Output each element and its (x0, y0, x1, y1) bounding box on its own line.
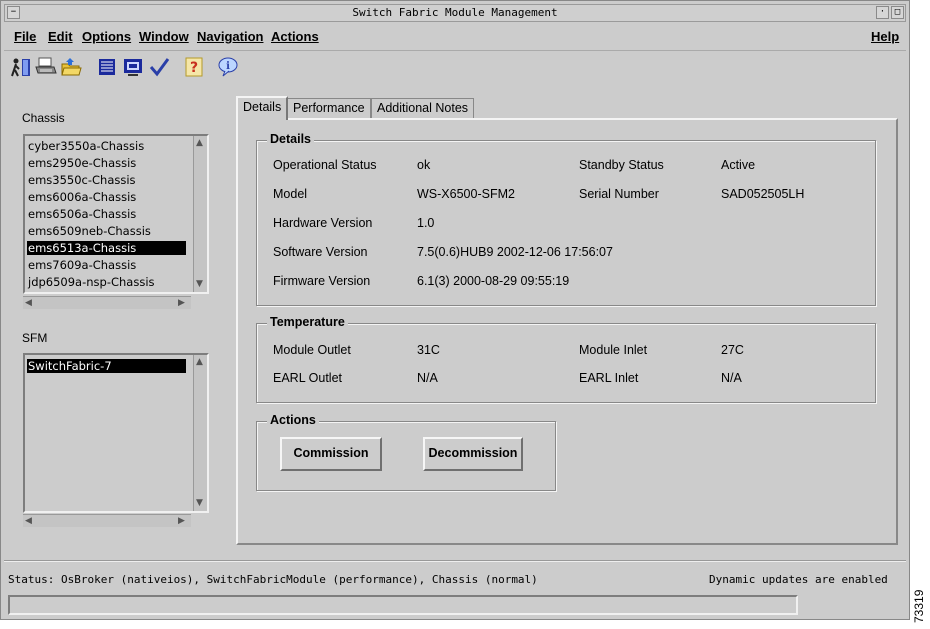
minimize-icon[interactable]: · (876, 6, 889, 19)
menu-bar: File Edit Options Window Navigation Acti… (4, 24, 906, 51)
scroll-right-icon[interactable]: ▶ (178, 516, 185, 526)
scroll-left-icon[interactable]: ◀ (25, 298, 32, 308)
scroll-left-icon[interactable]: ◀ (25, 516, 32, 526)
module-inlet-label: Module Inlet (579, 343, 648, 357)
decommission-button[interactable]: Decommission (423, 437, 523, 471)
hardware-version-label: Hardware Version (273, 216, 373, 230)
monitor-icon[interactable] (122, 56, 144, 78)
serial-number-label: Serial Number (579, 187, 659, 201)
menu-options[interactable]: Options (82, 29, 131, 44)
menu-help[interactable]: Help (871, 29, 899, 44)
scroll-up-icon[interactable]: ▲ (196, 138, 203, 148)
module-outlet-value: 31C (417, 343, 440, 357)
menu-actions[interactable]: Actions (271, 29, 319, 44)
chassis-label: Chassis (22, 111, 65, 125)
scroll-right-icon[interactable]: ▶ (178, 298, 185, 308)
svg-text:i: i (226, 61, 230, 72)
software-version-label: Software Version (273, 245, 368, 259)
title-bar: − Switch Fabric Module Management · □ (4, 4, 906, 22)
scroll-down-icon[interactable]: ▼ (196, 279, 203, 289)
tab-details[interactable]: Details (236, 96, 289, 120)
list-item[interactable]: jdp6509a-nsp-Chassis (27, 275, 186, 289)
status-separator (4, 560, 906, 562)
window-menu-icon[interactable]: − (7, 6, 20, 19)
standby-status-label: Standby Status (579, 158, 664, 172)
status-text: Status: OsBroker (nativeios), SwitchFabr… (8, 573, 538, 586)
model-value: WS-X6500-SFM2 (417, 187, 515, 201)
menu-navigation[interactable]: Navigation (197, 29, 263, 44)
model-label: Model (273, 187, 308, 201)
help-question-icon[interactable]: ? (183, 56, 205, 78)
scroll-up-icon[interactable]: ▲ (196, 357, 203, 367)
menu-edit[interactable]: Edit (48, 29, 73, 44)
commission-button[interactable]: Commission (280, 437, 382, 471)
chassis-vertical-scrollbar[interactable]: ▲ ▼ (193, 136, 207, 292)
list-icon[interactable] (96, 56, 118, 78)
list-item[interactable]: ems2950e-Chassis (27, 156, 186, 170)
actions-group-title: Actions (267, 413, 319, 427)
temperature-group-title: Temperature (267, 315, 348, 329)
serial-number-value: SAD052505LH (721, 187, 805, 201)
list-item[interactable]: ems6509neb-Chassis (27, 224, 186, 238)
earl-inlet-value: N/A (721, 371, 742, 385)
checkmark-icon[interactable] (148, 56, 170, 78)
exit-icon[interactable] (10, 56, 32, 78)
list-item[interactable]: cyber3550a-Chassis (27, 139, 186, 153)
standby-status-value: Active (721, 158, 756, 172)
list-item-selected[interactable]: SwitchFabric-7 (27, 359, 186, 373)
sfm-label: SFM (22, 331, 48, 345)
operational-status-label: Operational Status (273, 158, 377, 172)
module-inlet-value: 27C (721, 343, 744, 357)
actions-group: Actions Commission Decommission (256, 413, 556, 491)
sfm-list[interactable]: SwitchFabric-7 ▲ ▼ (23, 353, 209, 513)
module-outlet-label: Module Outlet (273, 343, 351, 357)
menu-file[interactable]: File (14, 29, 36, 44)
details-group: Details Operational Status ok Standby St… (256, 132, 876, 306)
software-version-value: 7.5(0.6)HUB9 2002-12-06 17:56:07 (417, 245, 613, 259)
status-message-field (8, 595, 798, 615)
list-item[interactable]: ems7609a-Chassis (27, 258, 186, 272)
figure-id: 73319 (912, 589, 926, 623)
details-tab-panel: Details Operational Status ok Standby St… (236, 118, 898, 545)
list-item[interactable]: ems6006a-Chassis (27, 190, 186, 204)
hardware-version-value: 1.0 (417, 216, 435, 230)
operational-status-value: ok (417, 158, 431, 172)
details-group-title: Details (267, 132, 314, 146)
list-item[interactable]: ems3550c-Chassis (27, 173, 186, 187)
dynamic-updates-text: Dynamic updates are enabled (709, 573, 888, 586)
firmware-version-label: Firmware Version (273, 274, 371, 288)
open-folder-icon[interactable] (60, 56, 82, 78)
scroll-down-icon[interactable]: ▼ (196, 498, 203, 508)
sfm-horizontal-scrollbar[interactable]: ◀ ▶ (23, 514, 191, 527)
svg-text:?: ? (190, 60, 198, 76)
earl-outlet-label: EARL Outlet (273, 371, 343, 385)
chassis-list[interactable]: cyber3550a-Chassis ems2950e-Chassis ems3… (23, 134, 209, 294)
earl-inlet-label: EARL Inlet (579, 371, 639, 385)
list-item-selected[interactable]: ems6513a-Chassis (27, 241, 186, 255)
sfm-vertical-scrollbar[interactable]: ▲ ▼ (193, 355, 207, 511)
info-icon[interactable]: i (217, 56, 239, 78)
menu-window[interactable]: Window (139, 29, 189, 44)
list-item[interactable]: ems6506a-Chassis (27, 207, 186, 221)
print-icon[interactable] (35, 56, 57, 78)
window-title: Switch Fabric Module Management (352, 6, 558, 19)
firmware-version-value: 6.1(3) 2000-08-29 09:55:19 (417, 274, 570, 288)
tab-additional-notes[interactable]: Additional Notes (371, 98, 475, 118)
chassis-horizontal-scrollbar[interactable]: ◀ ▶ (23, 296, 191, 309)
temperature-group: Temperature Module Outlet 31C Module Inl… (256, 315, 876, 403)
maximize-icon[interactable]: □ (891, 6, 904, 19)
earl-outlet-value: N/A (417, 371, 438, 385)
tab-performance[interactable]: Performance (287, 98, 371, 118)
